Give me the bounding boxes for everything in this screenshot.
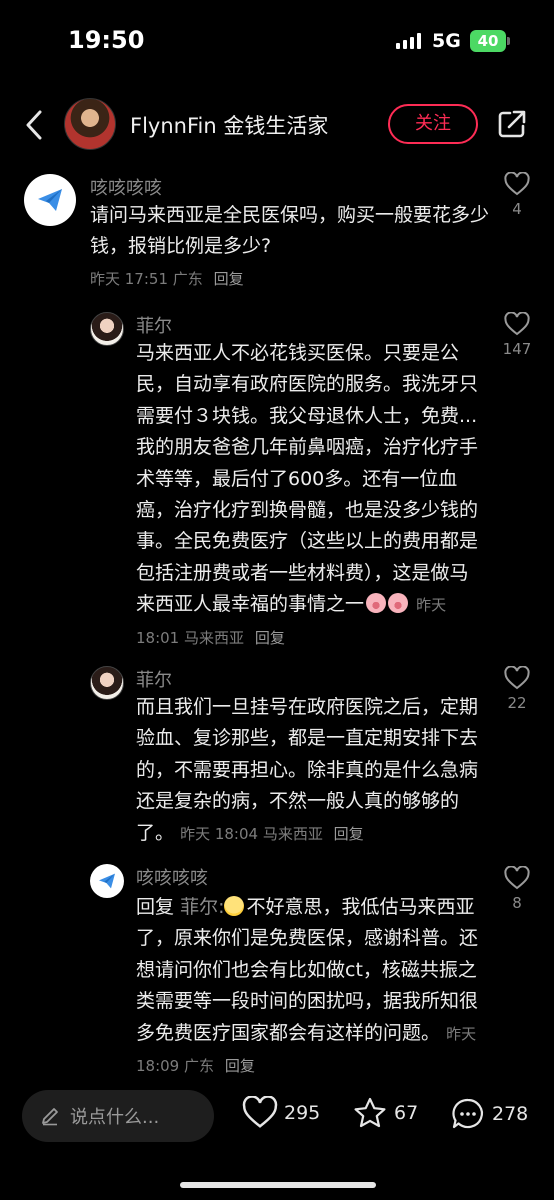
favorite-button[interactable]: 67	[352, 1096, 418, 1130]
comment-time: 昨天 18:04	[180, 824, 259, 843]
comment-like[interactable]: 147	[492, 312, 542, 358]
reply-button[interactable]: 回复	[214, 270, 244, 288]
reply-button[interactable]: 回复	[334, 825, 364, 843]
comment-button[interactable]: 278	[450, 1096, 528, 1132]
network-type: 5G	[432, 30, 461, 52]
comment-body: 不好意思，我低估马来西亚了，原来你们是免费医保，感谢科普。还想请问你们也会有比如…	[136, 896, 479, 1044]
comment-time: 昨天 17:51	[90, 270, 168, 288]
star-icon	[354, 1097, 386, 1128]
reply-button[interactable]: 回复	[225, 1057, 255, 1075]
crying-emoji-icon	[224, 896, 245, 916]
comment-author[interactable]: 菲尔	[136, 666, 172, 692]
reply-prefix: 回复	[136, 896, 175, 918]
battery-icon: 40	[470, 30, 510, 52]
like-count: 295	[284, 1101, 321, 1124]
heart-icon[interactable]	[504, 172, 530, 196]
heart-icon[interactable]	[504, 312, 530, 336]
comment-item: 菲尔 马来西亚人不必花钱买医保。只要是公民，自动享有政府医院的服务。我洗牙只需要…	[0, 310, 554, 650]
like-button[interactable]: 295	[242, 1096, 320, 1129]
follow-button[interactable]: 关注	[388, 104, 478, 144]
favorite-count: 67	[394, 1102, 419, 1124]
status-bar: 19:50 5G 40	[0, 0, 554, 84]
pencil-icon	[42, 1108, 58, 1126]
heart-icon[interactable]	[504, 866, 530, 890]
battery-level: 40	[477, 32, 499, 50]
like-count: 4	[512, 200, 522, 218]
header: FlynnFin 金钱生活家 关注	[0, 94, 554, 156]
heart-icon	[242, 1096, 278, 1128]
comment-author[interactable]: 咳咳咳咳	[90, 174, 162, 200]
comment-item: 咳咳咳咳 回复 菲尔: 不好意思，我低估马来西亚了，原来你们是免费医保，感谢科普。…	[0, 862, 554, 1082]
share-icon[interactable]	[496, 108, 528, 140]
comment-item: 菲尔 而且我们一旦挂号在政府医院之后，定期验血、复诊那些，都是一直定期安排下去的…	[0, 664, 554, 844]
comment-text: 马来西亚人不必花钱买医保。只要是公民，自动享有政府医院的服务。我洗牙只需要付３块…	[136, 338, 480, 654]
comment-like[interactable]: 8	[492, 866, 542, 912]
comment-location: 广东	[184, 1057, 215, 1076]
avatar[interactable]	[90, 666, 124, 700]
comment-like[interactable]: 4	[492, 172, 542, 218]
pig-emoji-icon	[366, 593, 387, 614]
comment-author[interactable]: 菲尔	[136, 312, 172, 338]
like-count: 22	[507, 694, 527, 712]
avatar[interactable]	[24, 174, 76, 226]
comment-location: 广东	[172, 270, 203, 288]
comment-body: 而且我们一旦挂号在政府医院之后，定期验血、复诊那些，都是一直定期安排下去的，不需…	[136, 696, 479, 844]
home-indicator	[180, 1182, 376, 1188]
paper-plane-icon	[99, 873, 115, 889]
status-time: 19:50	[68, 26, 145, 54]
heart-icon[interactable]	[504, 666, 530, 690]
like-count: 8	[512, 894, 522, 912]
comment-author[interactable]: 咳咳咳咳	[136, 864, 208, 890]
comment-item: 咳咳咳咳 请问马来西亚是全民医保吗，购买一般要花多少钱，报销比例是多少? 昨天 …	[0, 170, 554, 290]
avatar[interactable]	[90, 864, 124, 898]
comment-body: 马来西亚人不必花钱买医保。只要是公民，自动享有政府医院的服务。我洗牙只需要付３块…	[136, 342, 479, 616]
paper-plane-icon	[38, 189, 62, 211]
comment-text: 而且我们一旦挂号在政府医院之后，定期验血、复诊那些，都是一直定期安排下去的，不需…	[136, 692, 480, 850]
comment-like[interactable]: 22	[492, 666, 542, 712]
bottom-action-bar: 说点什么... 295 67 278	[0, 1082, 554, 1152]
comment-location: 马来西亚	[184, 628, 245, 647]
comment-text: 请问马来西亚是全民医保吗，购买一般要花多少钱，报销比例是多少?	[90, 204, 490, 258]
reply-to-user[interactable]: 菲尔:	[180, 896, 224, 918]
comment-text: 回复 菲尔: 不好意思，我低估马来西亚了，原来你们是免费医保，感谢科普。还想请问你…	[136, 892, 480, 1082]
signal-icon	[396, 33, 421, 49]
comment-location: 马来西亚	[262, 824, 323, 843]
avatar[interactable]	[90, 312, 124, 346]
chevron-left-icon[interactable]	[22, 108, 50, 142]
user-name[interactable]: FlynnFin 金钱生活家	[130, 110, 328, 140]
comment-input[interactable]: 说点什么...	[22, 1090, 214, 1142]
comment-input-placeholder: 说点什么...	[70, 1107, 160, 1128]
comment-count: 278	[492, 1103, 529, 1125]
like-count: 147	[502, 340, 532, 358]
reply-button[interactable]: 回复	[255, 629, 285, 647]
comment-bubble-icon	[452, 1098, 483, 1129]
comment-meta: 昨天 17:51 广东 回复	[90, 268, 244, 289]
user-avatar[interactable]	[64, 98, 116, 150]
pig-emoji-icon	[388, 593, 409, 614]
comment-meta: 昨天 18:04 马来西亚 回复	[180, 825, 364, 843]
